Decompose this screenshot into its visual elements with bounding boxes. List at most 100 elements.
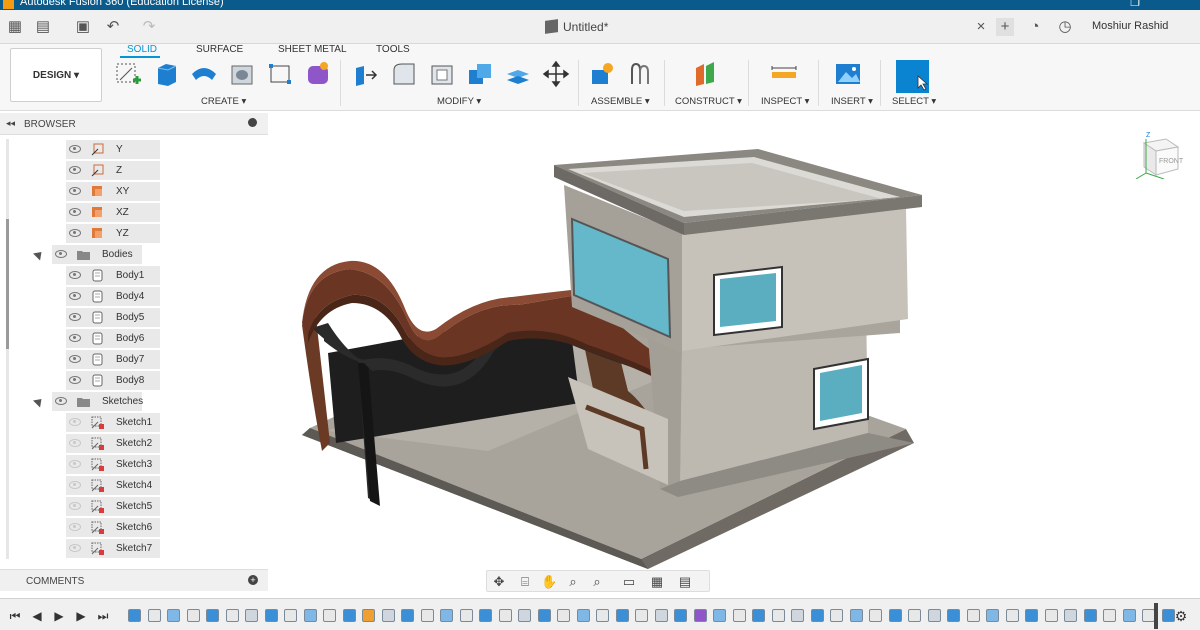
expand-toggle-icon[interactable] <box>32 248 46 261</box>
visibility-eye-icon[interactable] <box>55 250 67 258</box>
display-settings-icon[interactable]: ▭ <box>621 574 637 590</box>
timeline-feature[interactable] <box>830 609 843 622</box>
timeline-feature[interactable] <box>323 609 336 622</box>
extrude-icon[interactable] <box>152 60 180 88</box>
expand-toggle-icon[interactable] <box>32 395 46 408</box>
previous-icon[interactable]: ◀ <box>30 609 44 623</box>
new-tab-icon[interactable]: + <box>996 18 1014 36</box>
timeline-feature[interactable] <box>986 609 999 622</box>
combine-icon[interactable] <box>466 60 494 88</box>
visibility-eye-icon[interactable] <box>69 145 81 153</box>
timeline-feature[interactable] <box>1161 609 1175 622</box>
timeline-settings-icon[interactable]: ⚙ <box>1174 609 1188 623</box>
modify-group-label[interactable]: MODIFY ▾ <box>437 96 481 107</box>
timeline-feature[interactable] <box>1044 609 1058 622</box>
house-model[interactable] <box>268 113 1200 593</box>
hole-icon[interactable] <box>228 60 256 88</box>
fillet-icon[interactable] <box>390 60 418 88</box>
timeline-feature[interactable] <box>128 609 141 622</box>
browser-node-body6[interactable]: Body6 <box>66 329 160 348</box>
joint-icon[interactable] <box>626 60 654 88</box>
browser-scrollbar[interactable] <box>6 139 9 559</box>
timeline-feature[interactable] <box>557 609 570 622</box>
close-tab-icon[interactable]: × <box>972 18 990 36</box>
visibility-eye-icon[interactable] <box>69 418 81 426</box>
insert-image-icon[interactable] <box>834 60 862 88</box>
browser-node-z[interactable]: Z <box>66 161 160 180</box>
timeline-feature[interactable] <box>498 609 512 622</box>
visibility-eye-icon[interactable] <box>69 502 81 510</box>
tab-surface[interactable]: SURFACE <box>196 44 243 55</box>
form-icon[interactable] <box>304 60 332 88</box>
visibility-eye-icon[interactable] <box>69 166 81 174</box>
browser-node-yz[interactable]: YZ <box>66 224 160 243</box>
timeline-feature[interactable] <box>674 609 687 622</box>
browser-node-body8[interactable]: Body8 <box>66 371 160 390</box>
timeline-feature[interactable] <box>810 609 824 622</box>
timeline-feature[interactable] <box>167 609 180 622</box>
visibility-eye-icon[interactable] <box>55 397 67 405</box>
timeline-feature[interactable] <box>771 609 785 622</box>
browser-node-sketch5[interactable]: Sketch5 <box>66 497 160 516</box>
look-at-icon[interactable]: ⌸ <box>517 574 533 590</box>
timeline-feature[interactable] <box>927 609 941 622</box>
revolve-icon[interactable] <box>190 60 218 88</box>
timeline-feature[interactable] <box>596 609 609 622</box>
browser-node-sketch7[interactable]: Sketch7 <box>66 539 160 558</box>
browser-node-body4[interactable]: Body4 <box>66 287 160 306</box>
play-icon[interactable]: ▶ <box>52 609 66 623</box>
visibility-eye-icon[interactable] <box>69 334 81 342</box>
visibility-eye-icon[interactable] <box>69 187 81 195</box>
timeline-feature[interactable] <box>401 609 414 622</box>
browser-node-body1[interactable]: Body1 <box>66 266 160 285</box>
visibility-eye-icon[interactable] <box>69 523 81 531</box>
timeline-feature[interactable] <box>576 609 590 622</box>
shell-icon[interactable] <box>428 60 456 88</box>
tab-sheet-metal[interactable]: SHEET METAL <box>278 44 347 55</box>
timeline-feature[interactable] <box>908 609 921 622</box>
browser-node-sketch1[interactable]: Sketch1 <box>66 413 160 432</box>
undo-icon[interactable]: ↶ <box>104 18 122 36</box>
browser-node-sketch6[interactable]: Sketch6 <box>66 518 160 537</box>
pan-icon[interactable]: ✋ <box>541 574 557 590</box>
collapse-panel-icon[interactable]: ◂◂ <box>6 118 15 129</box>
select-group-label[interactable]: SELECT ▾ <box>892 96 936 107</box>
timeline-feature[interactable] <box>537 609 551 622</box>
timeline-feature[interactable] <box>849 609 863 622</box>
timeline-feature[interactable] <box>147 609 161 622</box>
viewcube-icon[interactable]: FRONT Z <box>1134 129 1184 179</box>
3d-viewport[interactable]: FRONT Z <box>268 113 1200 593</box>
timeline-feature[interactable] <box>264 609 278 622</box>
inspect-group-label[interactable]: INSPECT ▾ <box>761 96 809 107</box>
timeline-feature[interactable] <box>1025 609 1038 622</box>
viewports-icon[interactable]: ▤ <box>677 574 693 590</box>
timeline-feature[interactable] <box>1005 609 1019 622</box>
timeline-feature[interactable] <box>245 609 258 622</box>
orbit-icon[interactable]: ✥ <box>491 574 507 590</box>
timeline-feature[interactable] <box>225 609 239 622</box>
timeline-feature[interactable] <box>1103 609 1116 622</box>
add-comment-icon[interactable]: + <box>248 575 258 585</box>
timeline-feature[interactable] <box>381 609 395 622</box>
timeline-feature[interactable] <box>342 609 356 622</box>
timeline-feature[interactable] <box>303 609 317 622</box>
visibility-eye-icon[interactable] <box>69 439 81 447</box>
timeline-feature[interactable] <box>752 609 765 622</box>
save-icon[interactable]: ▣ <box>74 18 92 36</box>
timeline-feature[interactable] <box>1064 609 1077 622</box>
tab-tools[interactable]: TOOLS <box>376 44 410 55</box>
timeline-feature[interactable] <box>284 609 297 622</box>
browser-node-y[interactable]: Y <box>66 140 160 159</box>
timeline-feature[interactable] <box>654 609 668 622</box>
insert-group-label[interactable]: INSERT ▾ <box>831 96 873 107</box>
timeline-feature[interactable] <box>693 609 707 622</box>
browser-node-sketch4[interactable]: Sketch4 <box>66 476 160 495</box>
new-component-icon[interactable] <box>588 60 616 88</box>
timeline-feature[interactable] <box>713 609 726 622</box>
browser-node-sketch3[interactable]: Sketch3 <box>66 455 160 474</box>
timeline-feature[interactable] <box>635 609 648 622</box>
first-icon[interactable]: ⏮ <box>8 609 22 623</box>
user-account[interactable]: Moshiur Rashid <box>1092 20 1168 32</box>
select-icon[interactable] <box>896 60 929 93</box>
timeline-feature[interactable] <box>966 609 980 622</box>
